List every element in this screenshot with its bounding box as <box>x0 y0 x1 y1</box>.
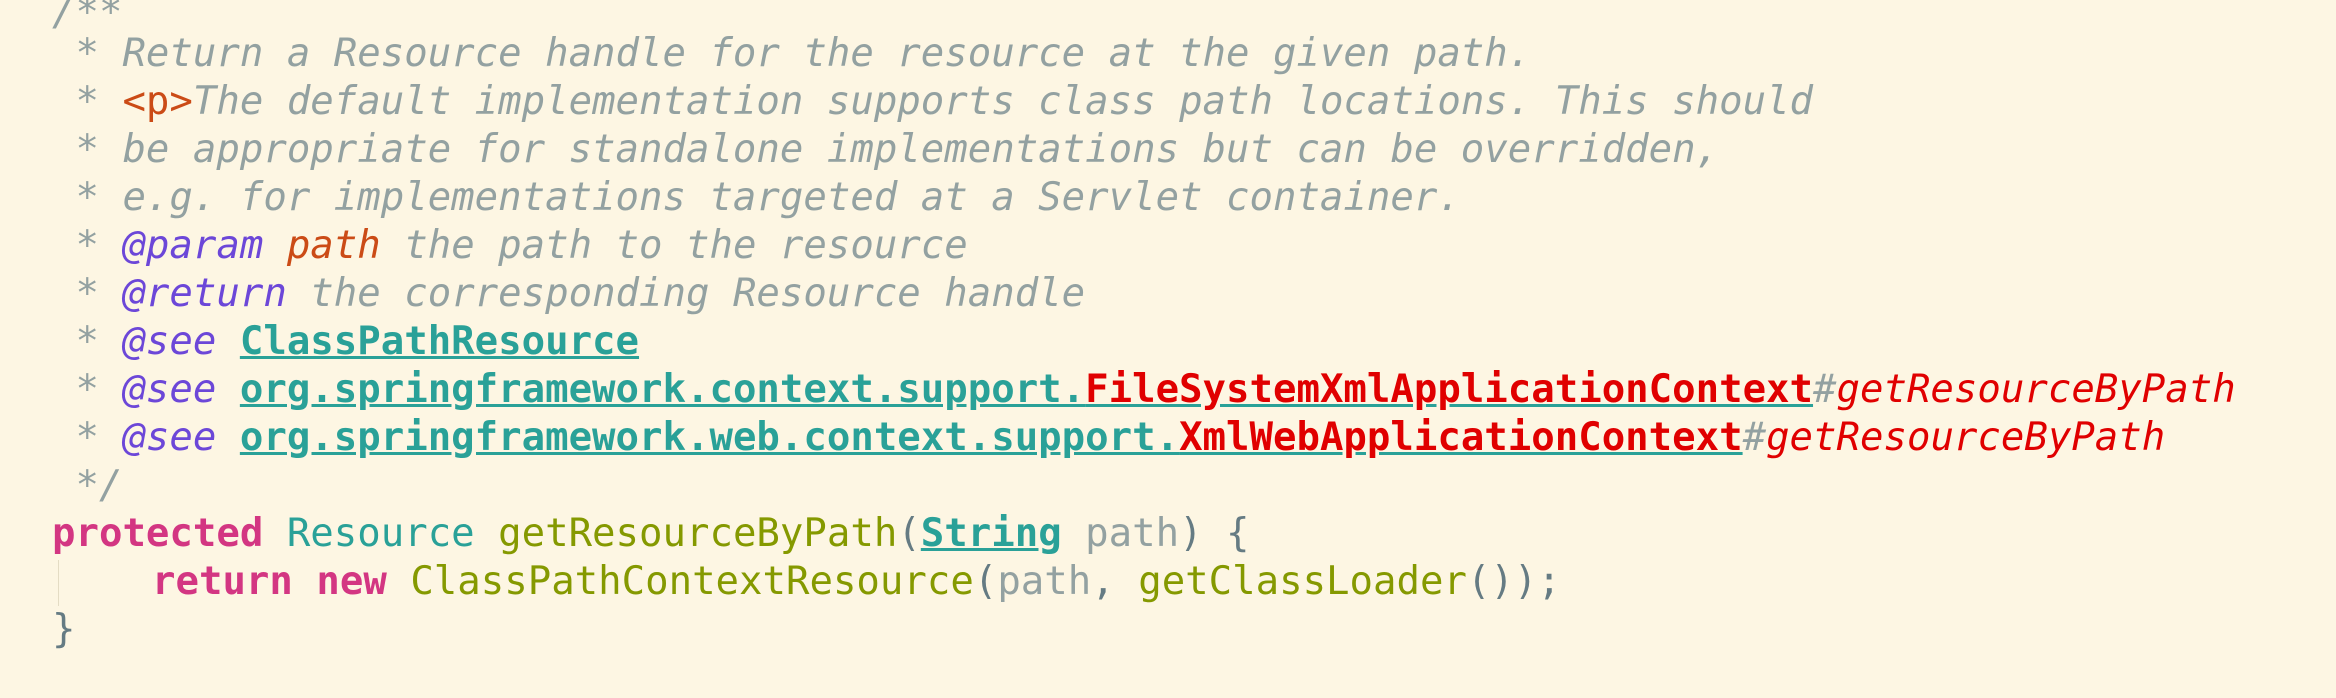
javadoc-star: * <box>52 31 123 76</box>
javadoc-star: * <box>52 127 123 172</box>
method-call[interactable]: getClassLoader <box>1138 559 1467 604</box>
method-name[interactable]: getResourceByPath <box>498 511 897 556</box>
code-line: * @see org.springframework.web.context.s… <box>0 414 2165 462</box>
closing-brace: } <box>52 607 76 652</box>
code-line: * <p>The default implementation supports… <box>0 78 1813 126</box>
code-line: return new ClassPathContextResource(path… <box>152 559 1561 604</box>
javadoc-param-name[interactable]: path <box>287 223 381 268</box>
param-name[interactable]: path <box>1085 511 1179 556</box>
see-link-unresolved-member[interactable]: getResourceByPath <box>1837 367 2236 412</box>
see-link-unresolved-class[interactable]: XmlWebApplicationContext <box>1179 415 1743 460</box>
javadoc-star: * <box>52 79 123 124</box>
see-hash: # <box>1742 415 1767 460</box>
code-line: * @param path the path to the resource <box>0 222 968 270</box>
javadoc-text: be appropriate for standalone implementa… <box>122 127 1720 172</box>
javadoc-text: the path to the resource <box>380 223 968 268</box>
javadoc-text: The default implementation supports clas… <box>192 79 1814 124</box>
javadoc-see-tag: @see <box>122 367 217 412</box>
code-line: * Return a Resource handle for the resou… <box>0 30 1531 78</box>
see-link-unresolved-class[interactable]: FileSystemXmlApplicationContext <box>1085 367 1813 412</box>
javadoc-star: * <box>52 175 123 220</box>
code-line: } <box>0 606 75 654</box>
paren: ( <box>897 511 921 556</box>
keyword-protected: protected <box>52 511 264 556</box>
return-type[interactable]: Resource <box>287 511 475 556</box>
call-close: ()); <box>1466 559 1561 604</box>
javadoc-star: * <box>52 271 123 316</box>
constructor-name[interactable]: ClassPathContextResource <box>410 559 974 604</box>
javadoc-star: * <box>52 223 123 268</box>
code-editor[interactable]: /** * Return a Resource handle for the r… <box>0 0 2336 698</box>
javadoc-see-tag: @see <box>122 319 217 364</box>
code-line: * @return the corresponding Resource han… <box>0 270 1085 318</box>
see-hash: # <box>1813 367 1837 412</box>
javadoc-text: the corresponding Resource handle <box>286 271 1086 316</box>
keyword-new: new <box>316 559 387 604</box>
signature-close: ) { <box>1179 511 1250 556</box>
javadoc-see-tag: @see <box>122 415 217 460</box>
code-line: protected Resource getResourceByPath(Str… <box>0 510 1250 558</box>
javadoc-star: * <box>52 319 123 364</box>
code-line: * e.g. for implementations targeted at a… <box>0 174 1461 222</box>
see-link-package[interactable]: org.springframework.web.context.support. <box>240 415 1179 460</box>
see-link-package[interactable]: org.springframework.context.support. <box>240 367 1085 412</box>
code-line: * @see org.springframework.context.suppo… <box>0 366 2236 414</box>
comma: , <box>1091 559 1139 604</box>
javadoc-close: */ <box>52 463 123 508</box>
javadoc-text: Return a Resource handle for the resourc… <box>122 31 1532 76</box>
html-p-tag: <p> <box>122 79 193 124</box>
javadoc-star: * <box>52 367 123 412</box>
see-link-unresolved-member[interactable]: getResourceByPath <box>1766 415 2165 460</box>
javadoc-star: * <box>52 415 123 460</box>
javadoc-param-tag: @param <box>122 223 264 268</box>
code-line: * @see ClassPathResource <box>0 318 639 366</box>
javadoc-text: e.g. for implementations targeted at a S… <box>122 175 1461 220</box>
argument-path[interactable]: path <box>997 559 1091 604</box>
keyword-return: return <box>152 559 293 604</box>
javadoc-return-tag: @return <box>122 271 287 316</box>
code-line: * be appropriate for standalone implemen… <box>0 126 1719 174</box>
param-type[interactable]: String <box>921 511 1062 556</box>
code-line: */ <box>0 462 122 510</box>
see-link-classpathresource[interactable]: ClassPathResource <box>240 319 639 364</box>
